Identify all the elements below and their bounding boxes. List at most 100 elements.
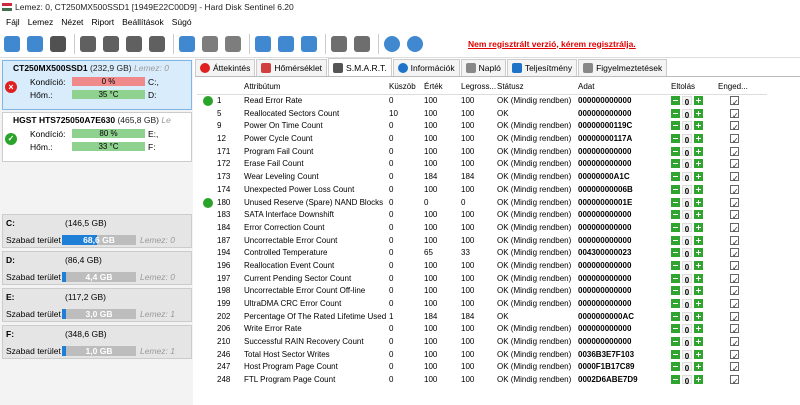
menu-help[interactable]: Súgó: [168, 17, 196, 27]
minus-button[interactable]: [671, 121, 680, 131]
col-status[interactable]: Státusz: [497, 81, 524, 94]
tab-4[interactable]: Napló: [460, 59, 506, 76]
plus-button[interactable]: [694, 159, 703, 169]
table-row[interactable]: 199 UltraDMA CRC Error Count 0 100 100 OK (Mi…: [197, 298, 767, 311]
plus-button[interactable]: [694, 286, 703, 296]
enable-checkbox[interactable]: ✓: [730, 324, 739, 335]
globe-disk-icon[interactable]: [177, 34, 197, 54]
enable-checkbox[interactable]: ✓: [730, 159, 739, 170]
table-row[interactable]: 247 Host Program Page Count 0 100 100 OK (Min…: [197, 361, 767, 374]
minus-button[interactable]: [671, 349, 680, 359]
volume-item[interactable]: C: (146,5 GB) Szabad terület 68,6 GB Lemez: …: [2, 214, 192, 248]
enable-checkbox[interactable]: ✓: [730, 235, 739, 247]
tab-6[interactable]: Figyelmeztetések: [578, 59, 668, 76]
menu-report[interactable]: Riport: [87, 17, 118, 27]
enable-checkbox[interactable]: ✓: [730, 108, 739, 120]
table-row[interactable]: 173 Wear Leveling Count 0 184 184 OK (Mindig …: [197, 171, 767, 184]
minus-button[interactable]: [671, 134, 680, 144]
table-row[interactable]: 194 Controlled Temperature 0 65 33 OK (Mindig…: [197, 247, 767, 260]
mail-open-icon[interactable]: [299, 34, 319, 54]
table-row[interactable]: 248 FTL Program Page Count 0 100 100 OK (Mind…: [197, 374, 767, 387]
minus-button[interactable]: [671, 299, 680, 308]
speaker-icon[interactable]: [352, 34, 372, 54]
minus-button[interactable]: [671, 362, 680, 372]
table-row[interactable]: 1 Read Error Rate 0 100 100 OK (Mindig rendbe…: [197, 95, 767, 108]
plus-button[interactable]: [694, 299, 703, 308]
table-row[interactable]: 184 Error Correction Count 0 100 100 OK (Mind…: [197, 222, 767, 235]
table-row[interactable]: 180 Unused Reserve (Spare) NAND Blocks 0 0 0…: [197, 197, 767, 210]
col-data[interactable]: Adat: [578, 81, 594, 94]
minus-button[interactable]: [671, 235, 680, 245]
minus-button[interactable]: [671, 146, 680, 156]
table-row[interactable]: 171 Program Fail Count 0 100 100 OK (Mindig r…: [197, 146, 767, 159]
disk-item-1[interactable]: HGST HTS725050A7E630 (465,8 GB) Le ✓ Kon…: [2, 112, 192, 162]
table-row[interactable]: 172 Erase Fail Count 0 100 100 OK (Mindig ren…: [197, 158, 767, 171]
enable-checkbox[interactable]: ✓: [730, 210, 739, 221]
plus-button[interactable]: [694, 311, 703, 321]
plus-button[interactable]: [694, 337, 703, 347]
table-row[interactable]: 187 Uncorrectable Error Count 0 100 100 OK (M…: [197, 235, 767, 248]
minus-button[interactable]: [671, 311, 680, 321]
plus-button[interactable]: [694, 222, 703, 232]
enable-checkbox[interactable]: ✓: [730, 121, 739, 132]
menu-view[interactable]: Nézet: [57, 17, 87, 27]
plus-button[interactable]: [694, 349, 703, 359]
minus-button[interactable]: [671, 159, 680, 169]
table-row[interactable]: 196 Reallocation Event Count 0 100 100 OK (Mi…: [197, 260, 767, 273]
table-row[interactable]: 198 Uncorrectable Error Count Off-line 0 10…: [197, 285, 767, 298]
plus-button[interactable]: [694, 362, 703, 372]
refresh-all-icon[interactable]: [25, 34, 45, 54]
table-row[interactable]: 9 Power On Time Count 0 100 100 OK (Mindig re…: [197, 120, 767, 133]
notepad-icon[interactable]: [253, 34, 273, 54]
table-row[interactable]: 183 SATA Interface Downshift 0 100 100 OK (Mi…: [197, 209, 767, 222]
col-attribute[interactable]: Attribútum: [244, 81, 280, 94]
minus-button[interactable]: [671, 108, 680, 118]
enable-checkbox[interactable]: ✓: [730, 260, 739, 272]
plus-button[interactable]: [694, 248, 703, 258]
enable-checkbox[interactable]: ✓: [730, 349, 739, 361]
enable-checkbox[interactable]: ✓: [730, 299, 739, 310]
table-row[interactable]: 174 Unexpected Power Loss Count 0 100 100 OK …: [197, 184, 767, 197]
minus-button[interactable]: [671, 375, 680, 385]
minus-button[interactable]: [671, 172, 680, 182]
help-icon[interactable]: [382, 34, 402, 54]
minus-button[interactable]: [671, 324, 680, 334]
menu-file[interactable]: Fájl: [2, 17, 24, 27]
col-value[interactable]: Érték: [424, 81, 443, 94]
plus-button[interactable]: [694, 260, 703, 270]
enable-checkbox[interactable]: ✓: [730, 286, 739, 297]
list-icon[interactable]: [48, 34, 68, 54]
plus-button[interactable]: [694, 108, 703, 118]
plus-button[interactable]: [694, 184, 703, 194]
table-scrollbar[interactable]: [770, 81, 784, 405]
table-row[interactable]: 206 Write Error Rate 0 100 100 OK (Mindig ren…: [197, 323, 767, 336]
tab-1[interactable]: Hőmérséklet: [256, 59, 328, 76]
minus-button[interactable]: [671, 260, 680, 270]
minus-button[interactable]: [671, 96, 680, 105]
minus-button[interactable]: [671, 197, 680, 207]
enable-checkbox[interactable]: ✓: [730, 362, 739, 373]
enable-checkbox[interactable]: ✓: [730, 172, 739, 183]
minus-button[interactable]: [671, 248, 680, 258]
gear-icon[interactable]: [329, 34, 349, 54]
volume-item[interactable]: E: (117,2 GB) Szabad terület 3,0 GB Lemez: 1: [2, 288, 192, 322]
register-link[interactable]: Nem regisztrált verzió, kérem regisztrál…: [468, 39, 636, 49]
table-row[interactable]: 197 Current Pending Sector Count 0 100 100 OK…: [197, 273, 767, 286]
enable-checkbox[interactable]: ✓: [730, 197, 739, 209]
col-enable[interactable]: Enged...: [718, 81, 748, 94]
disk-clock-icon[interactable]: [101, 34, 121, 54]
minus-button[interactable]: [671, 210, 680, 220]
table-row[interactable]: 246 Total Host Sector Writes 0 100 100 OK (Mi…: [197, 349, 767, 362]
table-row[interactable]: 210 Successful RAIN Recovery Count 0 100 100…: [197, 336, 767, 349]
plus-button[interactable]: [694, 210, 703, 220]
plus-button[interactable]: [694, 121, 703, 131]
plus-button[interactable]: [694, 96, 703, 105]
volume-item[interactable]: F: (348,6 GB) Szabad terület 1,0 GB Lemez: 1: [2, 325, 192, 359]
plus-button[interactable]: [694, 146, 703, 156]
tab-5[interactable]: Teljesítmény: [506, 59, 578, 76]
minus-button[interactable]: [671, 273, 680, 283]
enable-checkbox[interactable]: ✓: [730, 337, 739, 348]
enable-checkbox[interactable]: ✓: [730, 375, 739, 386]
enable-checkbox[interactable]: ✓: [730, 222, 739, 234]
drive-icon[interactable]: [223, 34, 243, 54]
